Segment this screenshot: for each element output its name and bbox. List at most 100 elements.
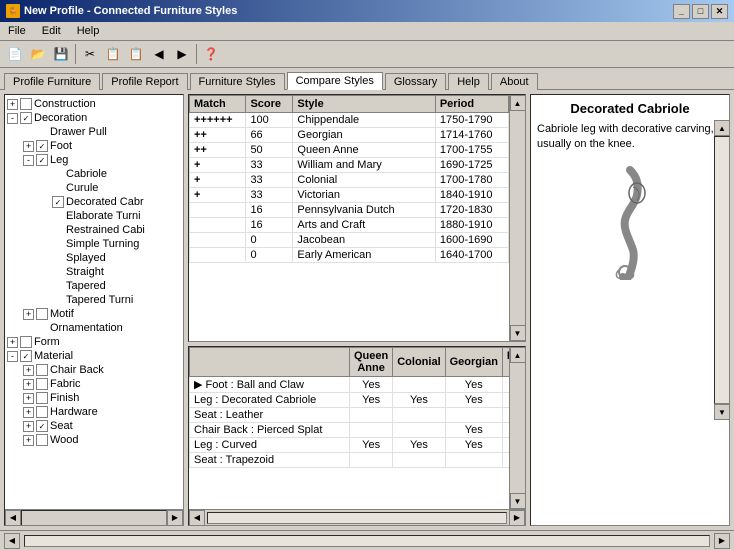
tree-item[interactable]: Cabriole	[7, 167, 181, 181]
tree-checkbox[interactable]: ✓	[36, 154, 48, 166]
maximize-button[interactable]: □	[692, 4, 709, 19]
results-scroll-up[interactable]: ▲	[510, 95, 526, 111]
tree-checkbox[interactable]: ✓	[20, 350, 32, 362]
tree-item[interactable]: +Form	[7, 335, 181, 349]
compare-row[interactable]: Chair Back : Pierced Splat Yes Yes	[190, 423, 510, 438]
menu-help[interactable]: Help	[73, 24, 104, 38]
expand-button[interactable]: -	[7, 113, 18, 124]
tree-checkbox[interactable]	[36, 364, 48, 376]
new-button[interactable]: 📄	[4, 43, 26, 65]
tree-checkbox[interactable]: ✓	[20, 112, 32, 124]
tab-help[interactable]: Help	[448, 73, 489, 90]
back-button[interactable]: ◀	[148, 43, 170, 65]
table-row[interactable]: + 33 Victorian 1840-1910	[190, 188, 509, 203]
tree-item[interactable]: +Chair Back	[7, 363, 181, 377]
scroll-track-h[interactable]	[21, 510, 167, 526]
compare-row[interactable]: Seat : Leather Yes	[190, 408, 510, 423]
compare-hscroll-left[interactable]: ◀	[189, 510, 205, 526]
scroll-right-arrow[interactable]: ▶	[167, 510, 183, 526]
expand-button[interactable]: +	[23, 141, 34, 152]
detail-scroll-down[interactable]: ▼	[714, 404, 730, 420]
tree-item[interactable]: Elaborate Turni	[7, 209, 181, 223]
tree-area[interactable]: +Construction-✓DecorationDrawer Pull+✓Fo…	[5, 95, 183, 509]
tree-item[interactable]: Restrained Cabi	[7, 223, 181, 237]
tree-item[interactable]: +✓Seat	[7, 419, 181, 433]
table-row[interactable]: 16 Pennsylvania Dutch 1720-1830	[190, 203, 509, 218]
compare-scroll-up[interactable]: ▲	[510, 347, 526, 363]
tree-item[interactable]: +Finish	[7, 391, 181, 405]
tree-item[interactable]: +Construction	[7, 97, 181, 111]
tree-checkbox[interactable]	[36, 406, 48, 418]
close-button[interactable]: ✕	[711, 4, 728, 19]
tree-checkbox[interactable]	[36, 434, 48, 446]
expand-button[interactable]: +	[23, 379, 34, 390]
scroll-left-arrow[interactable]: ◀	[5, 510, 21, 526]
status-scroll-left[interactable]: ◀	[4, 533, 20, 549]
table-row[interactable]: 0 Jacobean 1600-1690	[190, 233, 509, 248]
expand-button[interactable]: -	[23, 155, 34, 166]
compare-row[interactable]: Leg : Decorated Cabriole Yes Yes Yes	[190, 393, 510, 408]
expand-button[interactable]: -	[7, 351, 18, 362]
expand-button[interactable]: +	[23, 393, 34, 404]
tab-furniture-styles[interactable]: Furniture Styles	[190, 73, 285, 90]
cut-button[interactable]: ✂	[79, 43, 101, 65]
menu-edit[interactable]: Edit	[38, 24, 65, 38]
compare-row[interactable]: ▶ Foot : Ball and Claw Yes Yes Yes	[190, 377, 510, 393]
results-scroll-area[interactable]: Match Score Style Period ++++++ 100 Chip…	[189, 95, 509, 341]
tree-checkbox[interactable]	[36, 392, 48, 404]
tree-checkbox[interactable]	[20, 98, 32, 110]
table-row[interactable]: + 33 William and Mary 1690-1725	[190, 158, 509, 173]
table-row[interactable]: ++ 66 Georgian 1714-1760	[190, 128, 509, 143]
forward-button[interactable]: ▶	[171, 43, 193, 65]
paste-button[interactable]: 📋	[125, 43, 147, 65]
compare-hscroll-right[interactable]: ▶	[509, 510, 525, 526]
tree-item[interactable]: -✓Leg	[7, 153, 181, 167]
tree-item[interactable]: +Motif	[7, 307, 181, 321]
compare-scroll-down[interactable]: ▼	[510, 493, 526, 509]
tree-item[interactable]: +Fabric	[7, 377, 181, 391]
expand-button[interactable]: +	[23, 435, 34, 446]
expand-button[interactable]: +	[23, 365, 34, 376]
tree-item[interactable]: -✓Material	[7, 349, 181, 363]
tree-item[interactable]: Curule	[7, 181, 181, 195]
compare-scroll-area[interactable]: QueenAnne Colonial Georgian Pennsylvania…	[189, 347, 509, 509]
tree-item[interactable]: Ornamentation	[7, 321, 181, 335]
table-row[interactable]: ++ 50 Queen Anne 1700-1755	[190, 143, 509, 158]
table-row[interactable]: 16 Arts and Craft 1880-1910	[190, 218, 509, 233]
tree-item[interactable]: +Wood	[7, 433, 181, 447]
detail-scroll-up[interactable]: ▲	[714, 120, 730, 136]
status-scroll-right[interactable]: ▶	[714, 533, 730, 549]
tree-checkbox[interactable]: ✓	[36, 420, 48, 432]
tree-item[interactable]: Tapered Turni	[7, 293, 181, 307]
tree-checkbox[interactable]	[36, 378, 48, 390]
tree-checkbox[interactable]: ✓	[36, 140, 48, 152]
tree-item[interactable]: Drawer Pull	[7, 125, 181, 139]
table-row[interactable]: 0 Early American 1640-1700	[190, 248, 509, 263]
tab-compare-styles[interactable]: Compare Styles	[287, 72, 383, 90]
tab-profile-furniture[interactable]: Profile Furniture	[4, 73, 100, 90]
tab-about[interactable]: About	[491, 73, 538, 90]
tree-item[interactable]: +✓Foot	[7, 139, 181, 153]
tree-item[interactable]: Simple Turning	[7, 237, 181, 251]
tree-item[interactable]: +Hardware	[7, 405, 181, 419]
menu-file[interactable]: File	[4, 24, 30, 38]
expand-button[interactable]: +	[23, 407, 34, 418]
tree-checkbox[interactable]	[36, 308, 48, 320]
tree-item[interactable]: Splayed	[7, 251, 181, 265]
save-button[interactable]: 💾	[50, 43, 72, 65]
expand-button[interactable]: +	[7, 99, 18, 110]
tree-item[interactable]: -✓Decoration	[7, 111, 181, 125]
results-scroll-down[interactable]: ▼	[510, 325, 526, 341]
table-row[interactable]: + 33 Colonial 1700-1780	[190, 173, 509, 188]
tab-profile-report[interactable]: Profile Report	[102, 73, 187, 90]
open-button[interactable]: 📂	[27, 43, 49, 65]
tree-item[interactable]: ✓Decorated Cabr	[7, 195, 181, 209]
tree-checkbox[interactable]: ✓	[52, 196, 64, 208]
tree-checkbox[interactable]	[20, 336, 32, 348]
expand-button[interactable]: +	[23, 421, 34, 432]
copy-button[interactable]: 📋	[102, 43, 124, 65]
minimize-button[interactable]: _	[673, 4, 690, 19]
expand-button[interactable]: +	[7, 337, 18, 348]
expand-button[interactable]: +	[23, 309, 34, 320]
compare-row[interactable]: Seat : Trapezoid Yes	[190, 453, 510, 468]
